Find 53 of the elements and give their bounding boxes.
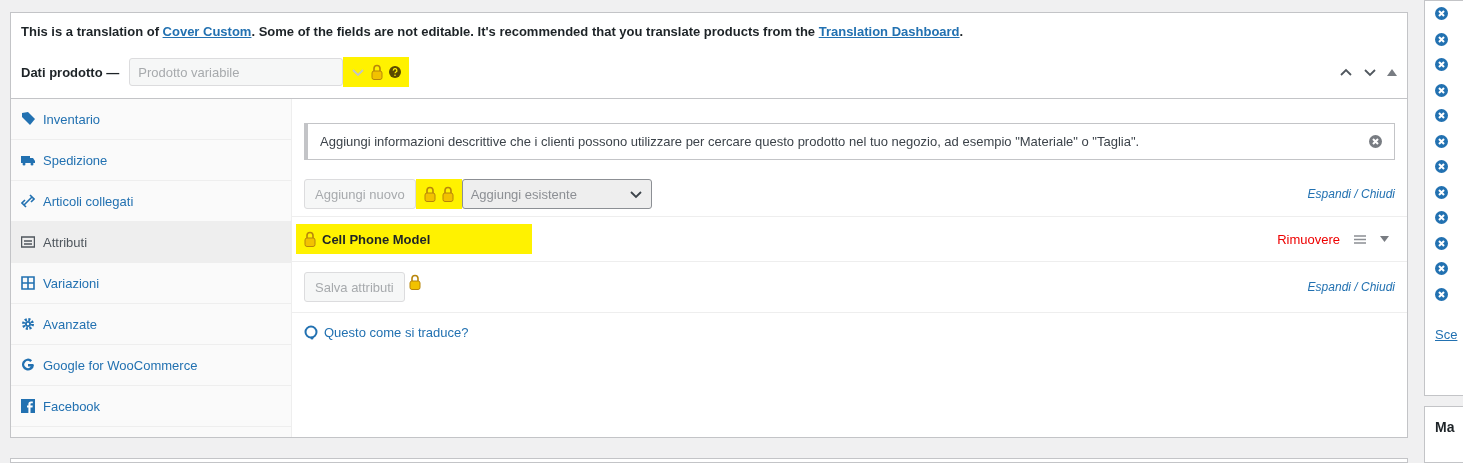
remove-icon[interactable]	[1435, 32, 1448, 46]
remove-link[interactable]: Rimuovere	[1277, 231, 1340, 247]
google-icon	[21, 358, 35, 372]
remove-icon[interactable]	[1435, 262, 1448, 275]
chevron-down-icon[interactable]	[628, 189, 643, 199]
sidebar-tab[interactable]: Google for WooCommerce	[11, 345, 291, 386]
tag-icon	[21, 112, 35, 126]
sidebar-tab[interactable]: Spedizione	[11, 140, 291, 181]
remove-icon[interactable]	[1435, 211, 1448, 224]
collapse-icon[interactable]	[1387, 68, 1397, 76]
padlock-icon	[371, 64, 384, 80]
card-icon	[21, 235, 35, 249]
help-icon[interactable]	[389, 66, 402, 78]
side-link[interactable]: Sce	[1435, 327, 1458, 343]
remove-icon[interactable]	[1435, 236, 1448, 250]
remove-icon[interactable]	[1435, 287, 1448, 301]
grid-icon	[21, 276, 35, 290]
notice-link[interactable]: Translation Dashboard	[818, 24, 960, 39]
remove-icon[interactable]	[1435, 109, 1448, 122]
move-up-icon[interactable]	[1339, 67, 1353, 77]
truck-icon	[21, 153, 35, 167]
help-link[interactable]: Questo come si traduce?	[304, 325, 469, 340]
drag-handle-icon[interactable]	[1354, 234, 1366, 244]
sidebar-tab[interactable]: Facebook	[11, 386, 291, 427]
sidebar-tab[interactable]: Inventario	[11, 99, 291, 140]
remove-icon[interactable]	[1369, 135, 1382, 148]
notice-link[interactable]: Cover Custom	[162, 24, 252, 39]
expand-collapse-link[interactable]: Espandi / Chiudi	[1307, 187, 1395, 201]
product-data-label: Dati prodotto —	[21, 64, 120, 80]
padlock-icon	[408, 274, 421, 290]
gear-icon	[21, 317, 35, 331]
info-text: Aggiungi informazioni descrittive che i clienti possono utilizzare per cercare questo prodotto nel tuo negozio, ad esempio "Materiale" o "Taglia".	[320, 134, 1141, 149]
padlock-icon	[441, 186, 454, 202]
facebook-icon	[21, 399, 35, 413]
translation-notice: This is a translation of Cover Custom. Some of the fields are not editable. It's recommended that you translate products from the Translation Dashboard.	[21, 23, 965, 41]
remove-icon[interactable]	[1435, 58, 1448, 71]
add-existing-select[interactable]: Aggiungi esistente	[461, 179, 652, 209]
attribute-name: Cell Phone Model	[322, 231, 431, 247]
sidebar-tab[interactable]: Variazioni	[11, 263, 291, 304]
padlock-icon	[304, 231, 316, 247]
remove-icon[interactable]	[1435, 185, 1448, 199]
expand-arrow-icon[interactable]	[1380, 236, 1389, 242]
remove-icon[interactable]	[1435, 83, 1448, 97]
sidebar-tab[interactable]: Avanzate	[11, 304, 291, 345]
remove-icon[interactable]	[1435, 134, 1448, 148]
move-down-icon[interactable]	[1363, 67, 1377, 77]
help-icon	[304, 325, 318, 340]
remove-icon[interactable]	[1435, 7, 1448, 20]
sidebar-tab[interactable]: Attributi	[11, 222, 291, 263]
link-icon	[21, 194, 35, 208]
padlock-icon	[423, 186, 436, 202]
remove-icon[interactable]	[1435, 160, 1448, 173]
panel-heading: Ma	[1435, 419, 1455, 435]
